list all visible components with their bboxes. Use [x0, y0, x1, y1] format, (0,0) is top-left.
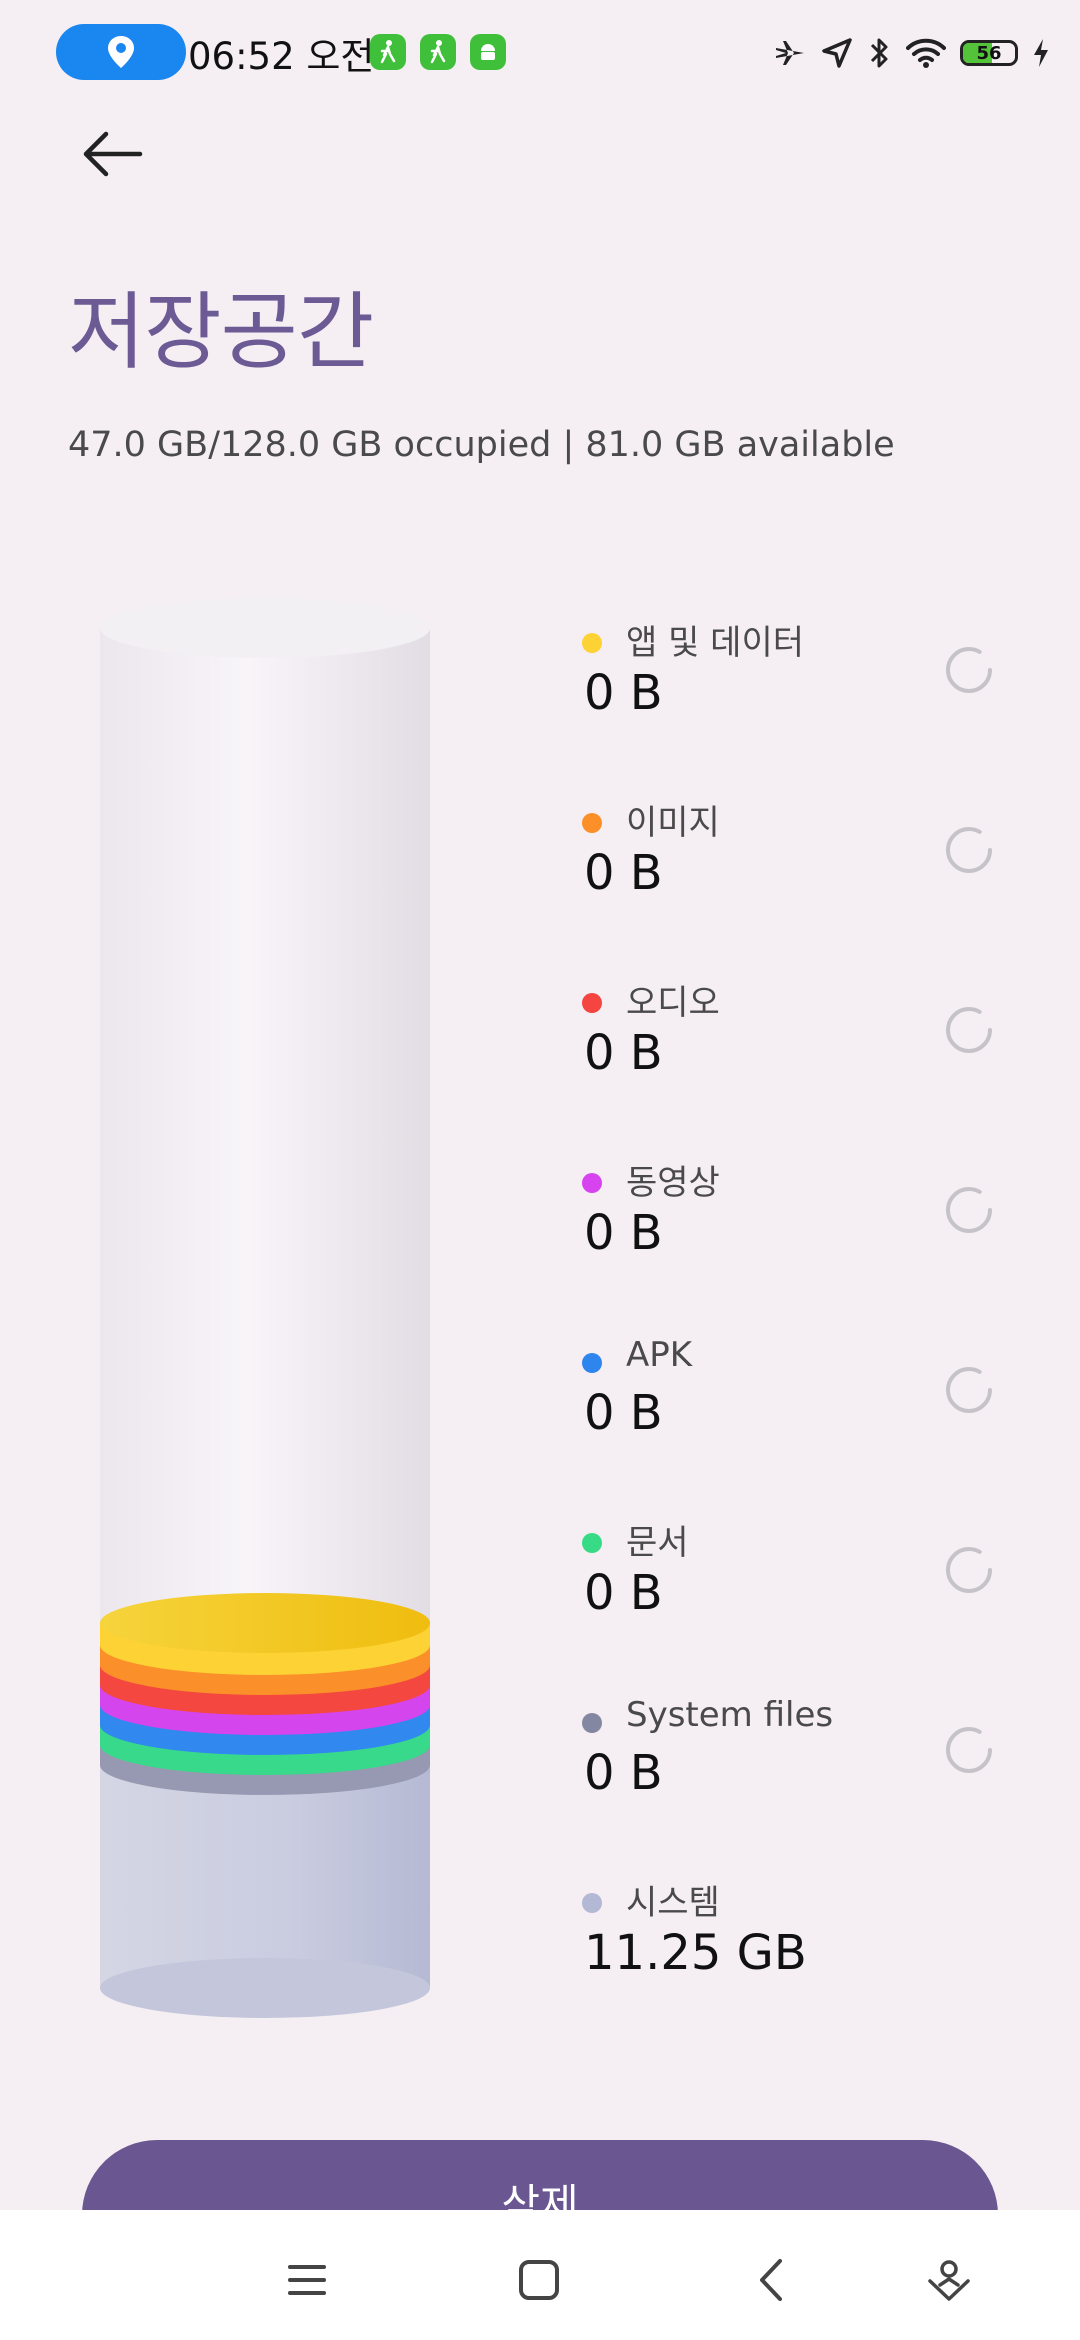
- category-size: 11.25 GB: [584, 1925, 807, 1981]
- category-size: 0 B: [584, 1025, 663, 1081]
- walk-icon: [420, 34, 456, 70]
- menu-icon[interactable]: [282, 2255, 332, 2305]
- category-size: 0 B: [584, 1565, 663, 1621]
- legend-dot: [582, 1353, 602, 1373]
- legend-dot: [582, 1893, 602, 1913]
- legend-dot: [582, 813, 602, 833]
- loading-spinner-icon: [946, 1187, 992, 1233]
- category-images[interactable]: 이미지 0 B: [582, 795, 1002, 905]
- legend-dot: [582, 993, 602, 1013]
- legend-dot: [582, 1173, 602, 1193]
- category-label: APK: [626, 1335, 693, 1375]
- category-label: 앱 및 데이터: [626, 623, 805, 663]
- location-indicator[interactable]: [56, 24, 186, 80]
- storage-cylinder-graphic: [100, 598, 430, 2018]
- category-label: 이미지: [626, 803, 720, 843]
- system-indicators: 56: [774, 28, 1050, 78]
- status-bar: 06:52 오전 56: [0, 0, 1080, 110]
- legend-dot: [582, 1713, 602, 1733]
- legend-dot: [582, 1533, 602, 1553]
- android-icon: [470, 34, 506, 70]
- walk-icon: [370, 34, 406, 70]
- navigation-bar: [0, 2210, 1080, 2340]
- category-label: System files: [626, 1695, 834, 1735]
- category-size: 0 B: [584, 1745, 663, 1801]
- navigation-icon: [822, 38, 852, 68]
- storage-summary: 47.0 GB/128.0 GB occupied | 81.0 GB avai…: [68, 425, 895, 465]
- back-button[interactable]: [80, 130, 150, 190]
- legend-dot: [582, 633, 602, 653]
- loading-spinner-icon: [946, 1007, 992, 1053]
- category-size: 0 B: [584, 665, 663, 721]
- loading-spinner-icon: [946, 1547, 992, 1593]
- page-title: 저장공간: [68, 283, 374, 381]
- category-label: 오디오: [626, 983, 720, 1023]
- loading-spinner-icon: [946, 827, 992, 873]
- home-icon[interactable]: [514, 2255, 564, 2305]
- airplane-icon: [776, 41, 804, 65]
- back-nav-icon[interactable]: [748, 2255, 798, 2305]
- loading-spinner-icon: [946, 1367, 992, 1413]
- category-apps-data[interactable]: 앱 및 데이터 0 B: [582, 615, 1002, 725]
- category-label: 동영상: [626, 1163, 720, 1203]
- category-system: 시스템 11.25 GB: [582, 1875, 1002, 1985]
- location-icon: [108, 36, 134, 68]
- charging-icon: [1034, 39, 1048, 67]
- battery-level: 56: [976, 42, 1002, 64]
- category-label: 시스템: [626, 1883, 720, 1923]
- category-size: 0 B: [584, 845, 663, 901]
- category-system-files[interactable]: System files 0 B: [582, 1695, 1002, 1805]
- category-apk[interactable]: APK 0 B: [582, 1335, 1002, 1445]
- clock: 06:52 오전: [188, 35, 375, 78]
- category-documents[interactable]: 문서 0 B: [582, 1515, 1002, 1625]
- arrow-left-icon: [83, 131, 143, 177]
- assistant-icon[interactable]: [924, 2255, 974, 2305]
- category-audio[interactable]: 오디오 0 B: [582, 975, 1002, 1085]
- bluetooth-icon: [870, 38, 888, 68]
- loading-spinner-icon: [946, 647, 992, 693]
- category-videos[interactable]: 동영상 0 B: [582, 1155, 1002, 1265]
- loading-spinner-icon: [946, 1727, 992, 1773]
- wifi-icon: [906, 38, 946, 68]
- category-size: 0 B: [584, 1205, 663, 1261]
- battery-icon: 56: [960, 40, 1018, 66]
- category-label: 문서: [626, 1523, 689, 1563]
- category-size: 0 B: [584, 1385, 663, 1441]
